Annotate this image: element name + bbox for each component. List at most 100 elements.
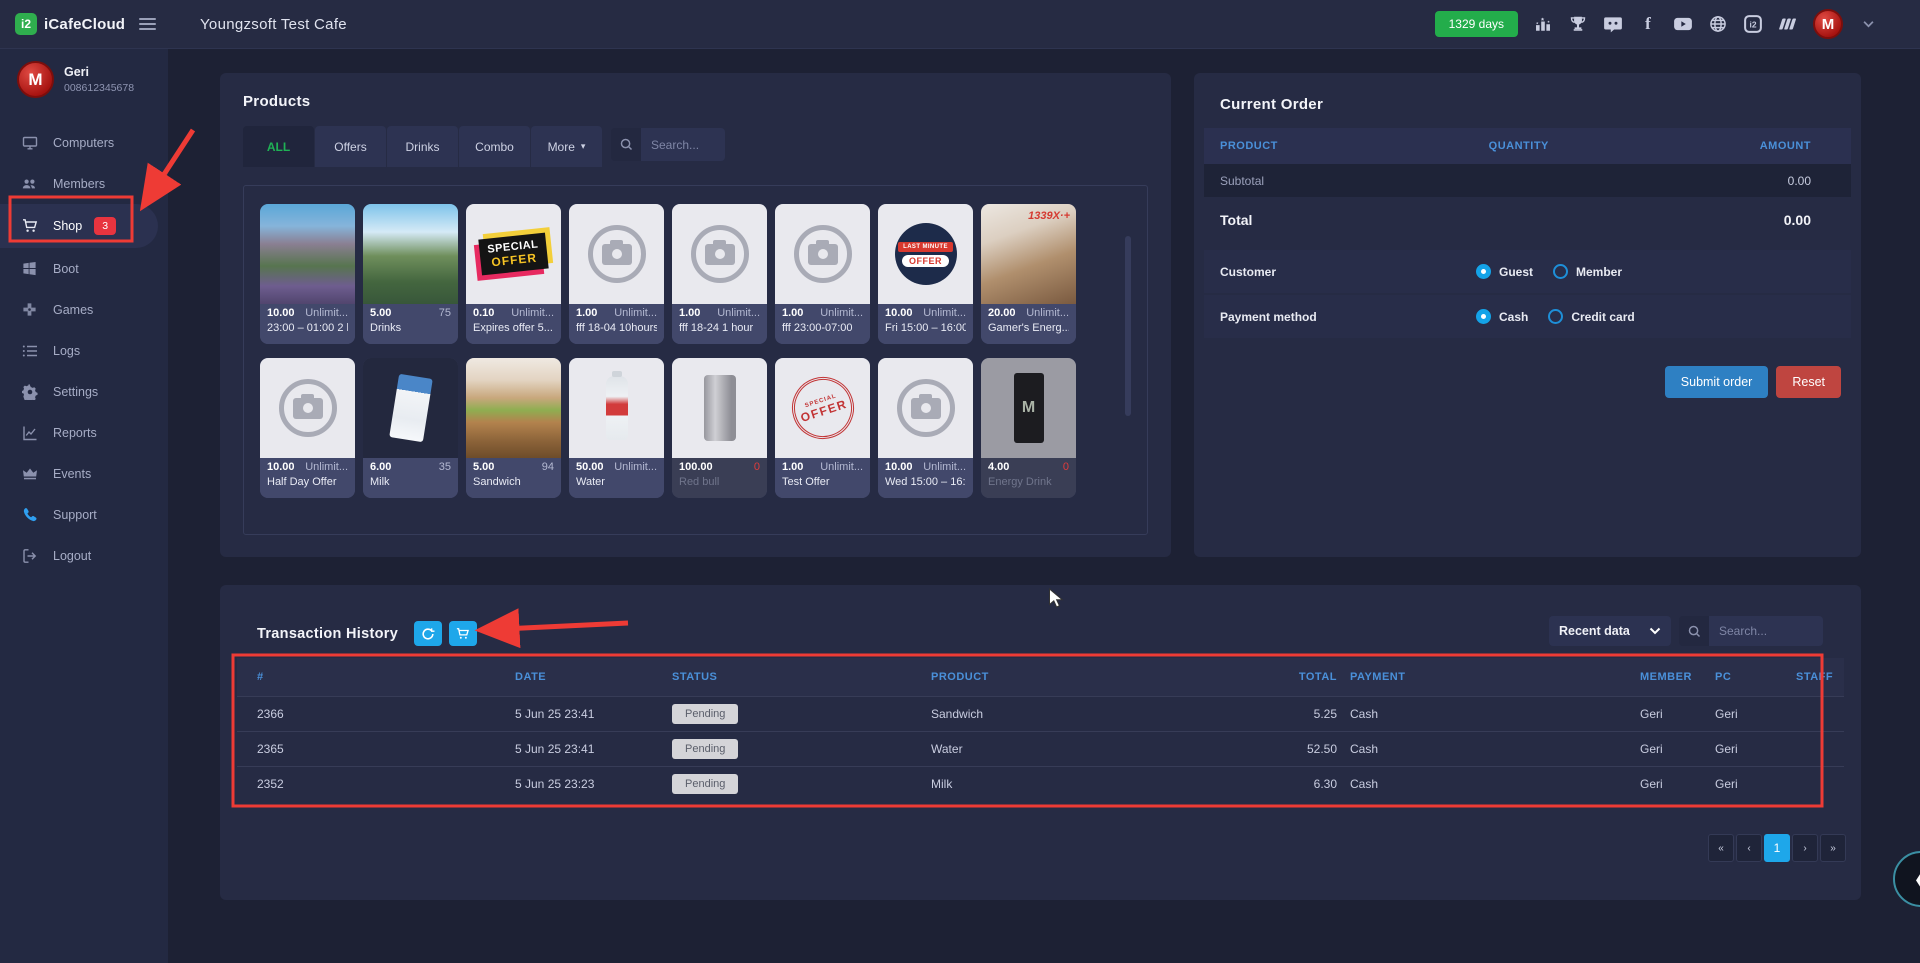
trophy-icon[interactable] [1568, 14, 1588, 34]
camera-placeholder-icon [775, 204, 870, 304]
product-name: fff 23:00-07:00 [782, 322, 863, 334]
icafe-logo-icon[interactable]: i2 [1743, 14, 1763, 34]
sidebar-item-support[interactable]: Support [0, 494, 168, 535]
cell-member: Geri [1620, 742, 1695, 756]
logs-icon [21, 342, 38, 359]
radio-cash[interactable] [1476, 309, 1491, 324]
product-card[interactable]: 1.00Unlimit...fff 23:00-07:00 [775, 204, 870, 344]
youtube-icon[interactable] [1673, 14, 1693, 34]
radio-credit-card-label[interactable]: Credit card [1571, 310, 1634, 324]
chevron-down-icon[interactable] [1858, 14, 1878, 34]
product-card[interactable]: 10.00Unlimit...Wed 15:00 – 16:00 [878, 358, 973, 498]
product-image-offer-stamp: SPECIALOFFER [775, 358, 870, 458]
sidebar-item-logout[interactable]: Logout [0, 535, 168, 576]
product-stock: Unlimit... [1026, 307, 1069, 319]
chevron-down-icon [1649, 624, 1661, 638]
status-badge[interactable]: Pending [672, 739, 738, 759]
sidebar-item-shop[interactable]: Shop 3 [0, 204, 158, 248]
refresh-button[interactable] [414, 621, 442, 646]
tab-drinks[interactable]: Drinks [387, 126, 458, 167]
column-payment: PAYMENT [1337, 671, 1620, 683]
radio-credit-card[interactable] [1548, 309, 1563, 324]
product-card[interactable]: 1339X·+ 20.00Unlimit...Gamer's Energ... [981, 204, 1076, 344]
table-row: 2352 5 Jun 25 23:23 Pending Milk 6.30 Ca… [237, 766, 1844, 801]
radio-guest[interactable] [1476, 264, 1491, 279]
product-card-out-of-stock[interactable]: 100.000Red bull [672, 358, 767, 498]
radio-member-label[interactable]: Member [1576, 265, 1622, 279]
product-image-valley [363, 204, 458, 304]
hamburger-menu-icon[interactable] [139, 15, 156, 33]
tab-all[interactable]: ALL [243, 126, 314, 167]
tab-combo[interactable]: Combo [459, 126, 530, 167]
subtotal-row: Subtotal 0.00 [1204, 164, 1851, 197]
customer-row: Customer Guest Member [1204, 250, 1851, 293]
sidebar-item-boot[interactable]: Boot [0, 248, 168, 289]
cell-payment: Cash [1337, 777, 1620, 791]
radio-guest-label[interactable]: Guest [1499, 265, 1533, 279]
product-card[interactable]: 1.00Unlimit...fff 18-24 1 hour [672, 204, 767, 344]
transactions-search-input[interactable] [1709, 616, 1823, 646]
collapse-panel-button[interactable]: ❮ [1893, 851, 1920, 907]
boot-windows-icon [21, 260, 38, 277]
sidebar-item-settings[interactable]: Settings [0, 371, 168, 412]
product-card[interactable]: 10.00Unlimit...23:00 – 01:00 2 h... [260, 204, 355, 344]
sidebar-profile[interactable]: M Geri 008612345678 [0, 49, 168, 108]
product-stock: Unlimit... [923, 461, 966, 473]
product-card[interactable]: 50.00Unlimit...Water [569, 358, 664, 498]
product-card[interactable]: 10.00Unlimit...Half Day Offer [260, 358, 355, 498]
product-stock: Unlimit... [614, 307, 657, 319]
product-stock: Unlimit... [305, 461, 348, 473]
user-avatar[interactable]: M [1813, 9, 1843, 39]
user-phone: 008612345678 [64, 82, 134, 94]
product-stock: 0 [754, 461, 760, 473]
product-name: Expires offer 5... [473, 322, 554, 334]
status-badge[interactable]: Pending [672, 774, 738, 794]
tab-offers[interactable]: Offers [315, 126, 386, 167]
layers-icon[interactable] [1778, 14, 1798, 34]
recent-data-select[interactable]: Recent data [1549, 616, 1671, 646]
pagination-next[interactable]: › [1792, 834, 1818, 862]
tab-more[interactable]: More▾ [531, 126, 602, 167]
sidebar-item-events[interactable]: Events [0, 453, 168, 494]
product-card[interactable]: LAST MINUTEOFFER 10.00Unlimit...Fri 15:0… [878, 204, 973, 344]
games-icon [21, 301, 38, 318]
camera-placeholder-icon [672, 204, 767, 304]
ranking-icon[interactable] [1533, 14, 1553, 34]
facebook-icon[interactable]: f [1638, 14, 1658, 34]
globe-icon[interactable] [1708, 14, 1728, 34]
sidebar: M Geri 008612345678 Computers Members Sh… [0, 49, 168, 963]
sidebar-item-reports[interactable]: Reports [0, 412, 168, 453]
submit-order-button[interactable]: Submit order [1665, 366, 1769, 398]
members-icon [21, 175, 38, 192]
pagination-prev[interactable]: ‹ [1736, 834, 1762, 862]
sidebar-item-games[interactable]: Games [0, 289, 168, 330]
pagination-page-1[interactable]: 1 [1764, 834, 1790, 862]
pagination-last[interactable]: » [1820, 834, 1846, 862]
products-search-input[interactable] [641, 128, 725, 161]
product-card[interactable]: 1.00Unlimit...fff 18-04 10hours [569, 204, 664, 344]
pagination-first[interactable]: « [1708, 834, 1734, 862]
product-card[interactable]: SPECIALOFFER 0.10Unlimit...Expires offer… [466, 204, 561, 344]
status-badge[interactable]: Pending [672, 704, 738, 724]
product-card[interactable]: 5.0094Sandwich [466, 358, 561, 498]
product-card[interactable]: 5.0075Drinks [363, 204, 458, 344]
sidebar-item-members[interactable]: Members [0, 163, 168, 204]
product-card[interactable]: SPECIALOFFER 1.00Unlimit...Test Offer [775, 358, 870, 498]
svg-text:i2: i2 [1749, 20, 1756, 30]
radio-member[interactable] [1553, 264, 1568, 279]
cell-total: 52.50 [1297, 742, 1337, 756]
sidebar-item-computers[interactable]: Computers [0, 122, 168, 163]
product-card-out-of-stock[interactable]: M 4.000Energy Drink [981, 358, 1076, 498]
product-price: 10.00 [885, 461, 913, 473]
logout-icon [21, 547, 38, 564]
cart-orders-button[interactable] [449, 621, 477, 646]
column-staff: STAFF [1776, 671, 1844, 683]
column-quantity: QUANTITY [1489, 140, 1670, 152]
subscription-days-badge[interactable]: 1329 days [1435, 11, 1518, 37]
radio-cash-label[interactable]: Cash [1499, 310, 1528, 324]
discord-icon[interactable] [1603, 14, 1623, 34]
scrollbar-thumb[interactable] [1125, 236, 1131, 416]
sidebar-item-logs[interactable]: Logs [0, 330, 168, 371]
reset-button[interactable]: Reset [1776, 366, 1841, 398]
product-card[interactable]: 6.0035Milk [363, 358, 458, 498]
